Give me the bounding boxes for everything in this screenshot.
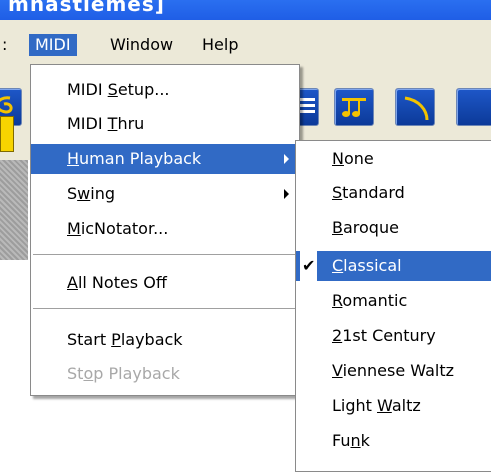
toolbar-button-partial[interactable] [456,88,491,126]
midi-menu: MIDI Setup... MIDI Thru Human Playback S… [30,64,300,396]
submenu-item-romantic[interactable]: Romantic [296,286,491,316]
checkmark-icon: ✔ [300,251,318,281]
submenu-item-baroque[interactable]: Baroque [296,213,491,243]
yellow-tool-button[interactable] [0,116,14,152]
submenu-item-funk[interactable]: Funk [296,426,491,456]
submenu-item-light-waltz[interactable]: Light Waltz [296,391,491,421]
menu-item-partial[interactable]: : [0,34,13,56]
menu-item-start-playback[interactable]: Start Playback [31,325,299,355]
notes-button[interactable] [334,88,374,126]
title-bar: mnastiemes] [0,0,491,20]
menu-item-midi-setup[interactable]: MIDI Setup... [31,75,299,105]
human-playback-submenu: None Standard Baroque ✔ Classical Romant… [295,140,491,472]
submenu-item-classical[interactable]: ✔ Classical [296,251,491,281]
menu-item-human-playback[interactable]: Human Playback [31,144,299,174]
submenu-item-standard[interactable]: Standard [296,178,491,208]
menu-item-micnotator[interactable]: MicNotator... [31,214,299,244]
menu-item-all-notes-off[interactable]: All Notes Off [31,268,299,298]
menu-item-window[interactable]: Window [104,34,179,56]
menu-item-stop-playback: Stop Playback [67,364,180,383]
menu-item-help[interactable]: Help [196,34,244,56]
submenu-item-viennese-waltz[interactable]: Viennese Waltz [296,356,491,386]
slur-button[interactable] [395,88,435,126]
menu-item-swing[interactable]: Swing [31,179,299,209]
notes-icon [342,98,366,117]
submenu-arrow-icon [284,154,289,164]
submenu-item-21st-century[interactable]: 21st Century [296,321,491,351]
menu-item-midi[interactable]: MIDI [29,34,77,56]
submenu-item-none[interactable]: None [296,144,491,174]
slur-icon [404,96,429,121]
menu-item-midi-thru[interactable]: MIDI Thru [31,109,299,139]
menu-separator [33,254,297,256]
menu-separator [33,308,297,310]
window-title: mnastiemes] [8,0,165,16]
submenu-arrow-icon [284,189,289,199]
side-strip [0,160,28,260]
